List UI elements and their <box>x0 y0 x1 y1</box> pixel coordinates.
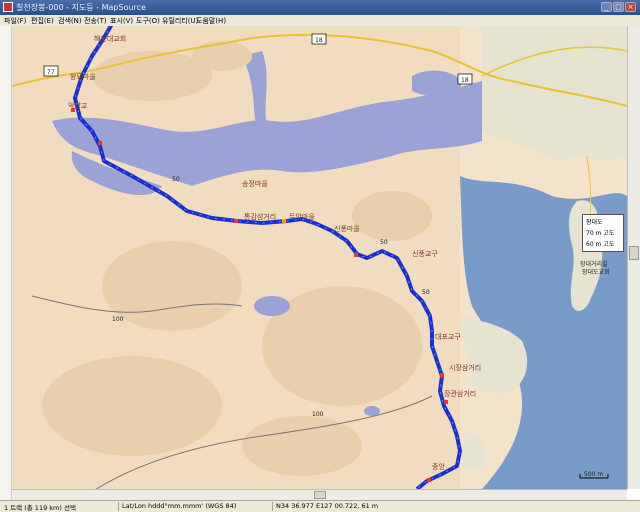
menu-transfer[interactable]: 전송(T) <box>84 16 107 26</box>
app-icon <box>3 2 13 12</box>
waypoint[interactable] <box>234 219 238 223</box>
minimize-button[interactable]: _ <box>601 2 612 12</box>
hill-bottom <box>242 416 362 476</box>
route-label: 중앙 <box>432 463 445 471</box>
popup-name: 잠대도 <box>586 219 603 226</box>
waypoint[interactable] <box>354 253 358 257</box>
map-canvas[interactable]: 18 77 18 해운대교회 왕묘마을 악양교 통감섬거리 두암마을 신풍마을 … <box>12 26 627 489</box>
route-label: 시장삼거리 <box>449 363 481 372</box>
menu-tools[interactable]: 도구(O) <box>136 16 160 26</box>
menu-utilities[interactable]: 유틸리티(U) <box>162 16 198 26</box>
map-view[interactable]: 18 77 18 해운대교회 왕묘마을 악양교 통감섬거리 두암마을 신풍마을 … <box>12 26 627 489</box>
route-label: 대포교구 <box>435 333 461 341</box>
reservoir <box>254 296 290 316</box>
elevation-label: 100 <box>312 411 324 418</box>
route-label: 신풍교구 <box>412 249 438 258</box>
vertical-scrollbar[interactable] <box>627 26 640 489</box>
pond <box>364 406 380 416</box>
menu-file[interactable]: 파일(F) <box>4 16 26 26</box>
status-coordinates: N34 36.977 E127 00.722, 61 m <box>276 502 379 510</box>
waypoint[interactable] <box>440 373 444 377</box>
route-label: 왕묘마을 <box>70 72 96 81</box>
svg-text:18: 18 <box>461 77 469 84</box>
road-shield: 18 <box>457 73 473 85</box>
close-button[interactable]: × <box>625 2 636 12</box>
hill-southwest <box>42 356 222 456</box>
title-bar: 칠천장봉-000 - 지도등 - MapSource _ □ × <box>0 0 640 15</box>
horizontal-scrollbar[interactable] <box>12 489 627 500</box>
waypoint-info-popup: 잠대도 70 m 고도 60 m 고도 <box>582 214 624 252</box>
popup-altitude: 70 m 고도 <box>586 230 615 237</box>
elevation-label: 100 <box>112 316 124 323</box>
waypoint[interactable] <box>98 141 102 145</box>
road-shield: 77 <box>43 65 59 77</box>
svg-text:18: 18 <box>315 37 323 44</box>
status-format: Lat/Lon hddd°mm.mmm' (WGS 84) <box>122 502 237 510</box>
popup-altitude-2: 60 m 고도 <box>586 241 615 248</box>
svg-text:77: 77 <box>47 69 55 76</box>
menu-help[interactable]: 도움말(H) <box>196 16 226 26</box>
route-label: 장관삼거리 <box>444 389 476 398</box>
map-left-ruler <box>0 26 12 500</box>
scale-label: 500 m <box>584 471 603 478</box>
waypoint[interactable] <box>444 400 448 404</box>
island-label: 장대거리길 <box>580 260 608 268</box>
status-bar: 1 트랙 (총 119 km) 선택 Lat/Lon hddd°mm.mmm' … <box>0 500 640 512</box>
road-shield: 18 <box>311 33 327 45</box>
elevation-label: 50 <box>172 176 180 183</box>
menu-edit[interactable]: 편집(E) <box>31 16 54 26</box>
route-label: 통감섬거리 <box>244 212 276 221</box>
hill-north-2 <box>192 41 252 71</box>
route-label: 송정마을 <box>242 179 268 188</box>
vertical-scroll-thumb[interactable] <box>629 246 639 260</box>
window-title: 칠천장봉-000 - 지도등 - MapSource <box>16 3 146 12</box>
elevation-label: 50 <box>380 239 388 246</box>
island-label: 장대도교회 <box>582 268 610 276</box>
menu-view[interactable]: 표시(V) <box>110 16 133 26</box>
menu-find[interactable]: 검색(N) <box>58 16 82 26</box>
elevation-label: 50 <box>422 289 430 296</box>
route-label: 신풍마을 <box>334 224 360 233</box>
status-separator <box>118 502 119 511</box>
horizontal-scroll-thumb[interactable] <box>314 491 326 499</box>
maximize-button[interactable]: □ <box>613 2 624 12</box>
hill-east <box>352 191 432 241</box>
waypoint[interactable] <box>282 219 286 223</box>
status-separator <box>272 502 273 511</box>
route-label: 해운대교회 <box>94 34 126 43</box>
route-label: 악양교 <box>68 102 88 110</box>
route-label: 두암마을 <box>289 212 315 221</box>
waypoint[interactable] <box>427 478 431 482</box>
status-selection: 1 트랙 (총 119 km) 선택 <box>4 504 76 512</box>
